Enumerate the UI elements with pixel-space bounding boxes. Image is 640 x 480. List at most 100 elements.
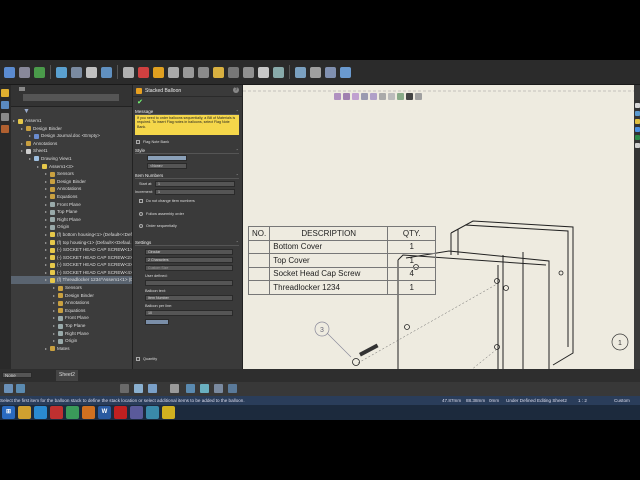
tree-expander-icon[interactable]: ▸ — [45, 270, 49, 275]
style-select[interactable]: <None> — [147, 163, 187, 169]
follow-assembly-radio[interactable] — [139, 212, 143, 216]
ok-button[interactable]: ✔ — [136, 99, 144, 107]
zoom-fit-icon[interactable] — [334, 92, 341, 100]
tree-expander-icon[interactable]: ▸ — [45, 172, 49, 176]
tool-view-icon[interactable] — [340, 66, 351, 78]
item-numbers-section-header[interactable]: Item Numbers ⌃ — [135, 173, 239, 179]
dim-xpert-icon[interactable] — [1, 125, 9, 133]
help-icon[interactable]: ? — [233, 87, 239, 93]
app-icon[interactable] — [162, 406, 175, 419]
balloon-left[interactable]: 3 — [314, 321, 352, 358]
tool-center-icon[interactable] — [228, 66, 239, 78]
appearance-icon[interactable] — [397, 92, 404, 100]
tree-expander-icon[interactable]: ▸ — [45, 263, 49, 267]
tree-item[interactable]: ▸ Right Plane — [11, 330, 132, 338]
custom-size-field[interactable]: Custom Size — [145, 265, 233, 271]
balloon-text-select[interactable]: Item Number — [145, 295, 233, 301]
tree-item[interactable]: ▸ Drawing View1 — [11, 155, 132, 163]
stack-direction-buttons[interactable] — [145, 319, 169, 325]
tree-filter[interactable]: ▼ — [11, 107, 132, 117]
tree-item[interactable]: ▸ Design Binder — [11, 125, 132, 133]
tool-weld-icon[interactable] — [168, 66, 179, 78]
tree-item[interactable]: ▸ (f) bottom housing<1> (Default<<Def... — [11, 231, 132, 239]
resources-icon[interactable] — [634, 103, 640, 108]
tree-item[interactable]: ▸ Design Binder — [11, 292, 132, 300]
tree-expander-icon[interactable]: ▸ — [45, 232, 49, 237]
tool-grid-icon[interactable] — [71, 66, 82, 78]
bom-row[interactable]: Threadlocker 1234 1 — [247, 280, 437, 295]
tree-expander-icon[interactable]: ▸ — [37, 164, 41, 169]
app-icon[interactable] — [114, 406, 127, 419]
tree-item[interactable]: ▸ Top Plane — [11, 322, 132, 330]
do-not-change-checkbox[interactable] — [139, 199, 143, 203]
scene-icon[interactable] — [406, 92, 413, 100]
tree-expander-icon[interactable]: ▸ — [53, 286, 57, 290]
tree-item[interactable]: ▸ (f) top housing<1> (Default<<Defaul... — [11, 239, 132, 247]
custom-properties-icon[interactable] — [634, 143, 640, 148]
view-palette-icon[interactable] — [634, 127, 640, 132]
collapse-icon[interactable]: ⌃ — [236, 240, 239, 245]
tree-item[interactable]: ▸ Top Plane — [11, 208, 132, 216]
bom-row[interactable]: Socket Head Cap Screw 4 — [247, 266, 437, 281]
collapse-icon[interactable]: ⌃ — [236, 109, 239, 114]
collapse-icon[interactable]: ⌃ — [236, 173, 239, 178]
app-icon[interactable] — [66, 406, 79, 419]
tree-expander-icon[interactable]: ▸ — [21, 126, 25, 131]
view-btn-icon[interactable] — [148, 384, 157, 393]
tree-item[interactable]: ▸ (-) SOCKET HEAD CAP SCREW<3> — [11, 261, 132, 269]
property-manager-icon[interactable] — [1, 101, 9, 109]
settings-section-header[interactable]: Settings ⌃ — [135, 240, 239, 246]
tool-scroll-icon[interactable] — [19, 66, 30, 78]
tab-sheet2[interactable]: Sheet2 — [56, 370, 78, 381]
tree-expander-icon[interactable]: ▸ — [45, 346, 49, 351]
tree-item[interactable]: ▸ Front Plane — [11, 201, 132, 209]
hide-show-icon[interactable] — [388, 92, 395, 100]
app-icon[interactable] — [130, 406, 143, 419]
tool-a-icon[interactable] — [86, 66, 97, 78]
tree-expander-icon[interactable]: ▸ — [21, 149, 25, 153]
tree-expander-icon[interactable]: ▸ — [45, 240, 49, 245]
tree-item[interactable]: ▸ Front Plane — [11, 314, 132, 322]
solidworks-icon[interactable] — [50, 406, 63, 419]
tree-item[interactable]: ▸ Assem1 — [11, 117, 132, 125]
start-icon[interactable]: ⊞ — [2, 406, 15, 419]
tree-item[interactable]: ▸ Annotations — [11, 185, 132, 193]
tool-chart-icon[interactable] — [56, 66, 67, 78]
tree-expander-icon[interactable]: ▸ — [53, 324, 57, 328]
section-view-icon[interactable] — [361, 92, 368, 100]
tree-item[interactable]: ▸ Design Journal.doc <Empty> — [11, 132, 132, 140]
tree-expander-icon[interactable]: ▸ — [45, 187, 49, 191]
tree-item[interactable]: ▸ Assem1<3> — [11, 163, 132, 171]
tree-expander-icon[interactable]: ▸ — [53, 331, 57, 336]
tree-item[interactable]: ▸ Equations — [11, 307, 132, 315]
tree-expander-icon[interactable]: ▸ — [45, 217, 49, 222]
tree-item[interactable]: ▸ Annotations — [11, 299, 132, 307]
increment-field[interactable]: 1 — [155, 189, 235, 195]
tool-hole-icon[interactable] — [213, 66, 224, 78]
tool-revision-icon[interactable] — [258, 66, 269, 78]
view-btn-icon[interactable] — [228, 384, 237, 393]
quantity-checkbox[interactable] — [136, 357, 140, 361]
tree-item[interactable]: ▸ (-) SOCKET HEAD CAP SCREW<4> — [11, 269, 132, 277]
tool-surface-icon[interactable] — [183, 66, 194, 78]
balloon-right[interactable]: 1 — [611, 333, 629, 351]
previous-view-icon[interactable] — [352, 92, 359, 100]
display-style-icon[interactable] — [379, 92, 386, 100]
tool-zoom-icon[interactable] — [310, 66, 321, 78]
tree-expander-icon[interactable]: ▸ — [45, 179, 49, 184]
tree-expander-icon[interactable]: ▸ — [45, 210, 49, 214]
view-btn-icon[interactable] — [214, 384, 223, 393]
tree-expander-icon[interactable]: ▸ — [45, 248, 49, 252]
tree-item[interactable]: ▸ (-) SOCKET HEAD CAP SCREW<2> — [11, 254, 132, 262]
tree-item[interactable]: ▸ (-) SOCKET HEAD CAP SCREW<1> — [11, 246, 132, 254]
view-btn-icon[interactable] — [16, 384, 25, 393]
tool-green-icon[interactable] — [34, 66, 45, 78]
rotate-icon[interactable] — [370, 92, 377, 100]
view-settings-icon[interactable] — [415, 92, 422, 100]
tree-item[interactable]: ▸ Right Plane — [11, 216, 132, 224]
tree-expander-icon[interactable]: ▸ — [45, 278, 49, 282]
tree-expander-icon[interactable]: ▸ — [53, 293, 57, 298]
order-sequentially-radio[interactable] — [139, 224, 143, 228]
tool-note-icon[interactable] — [123, 66, 134, 78]
browser-icon[interactable] — [34, 406, 47, 419]
